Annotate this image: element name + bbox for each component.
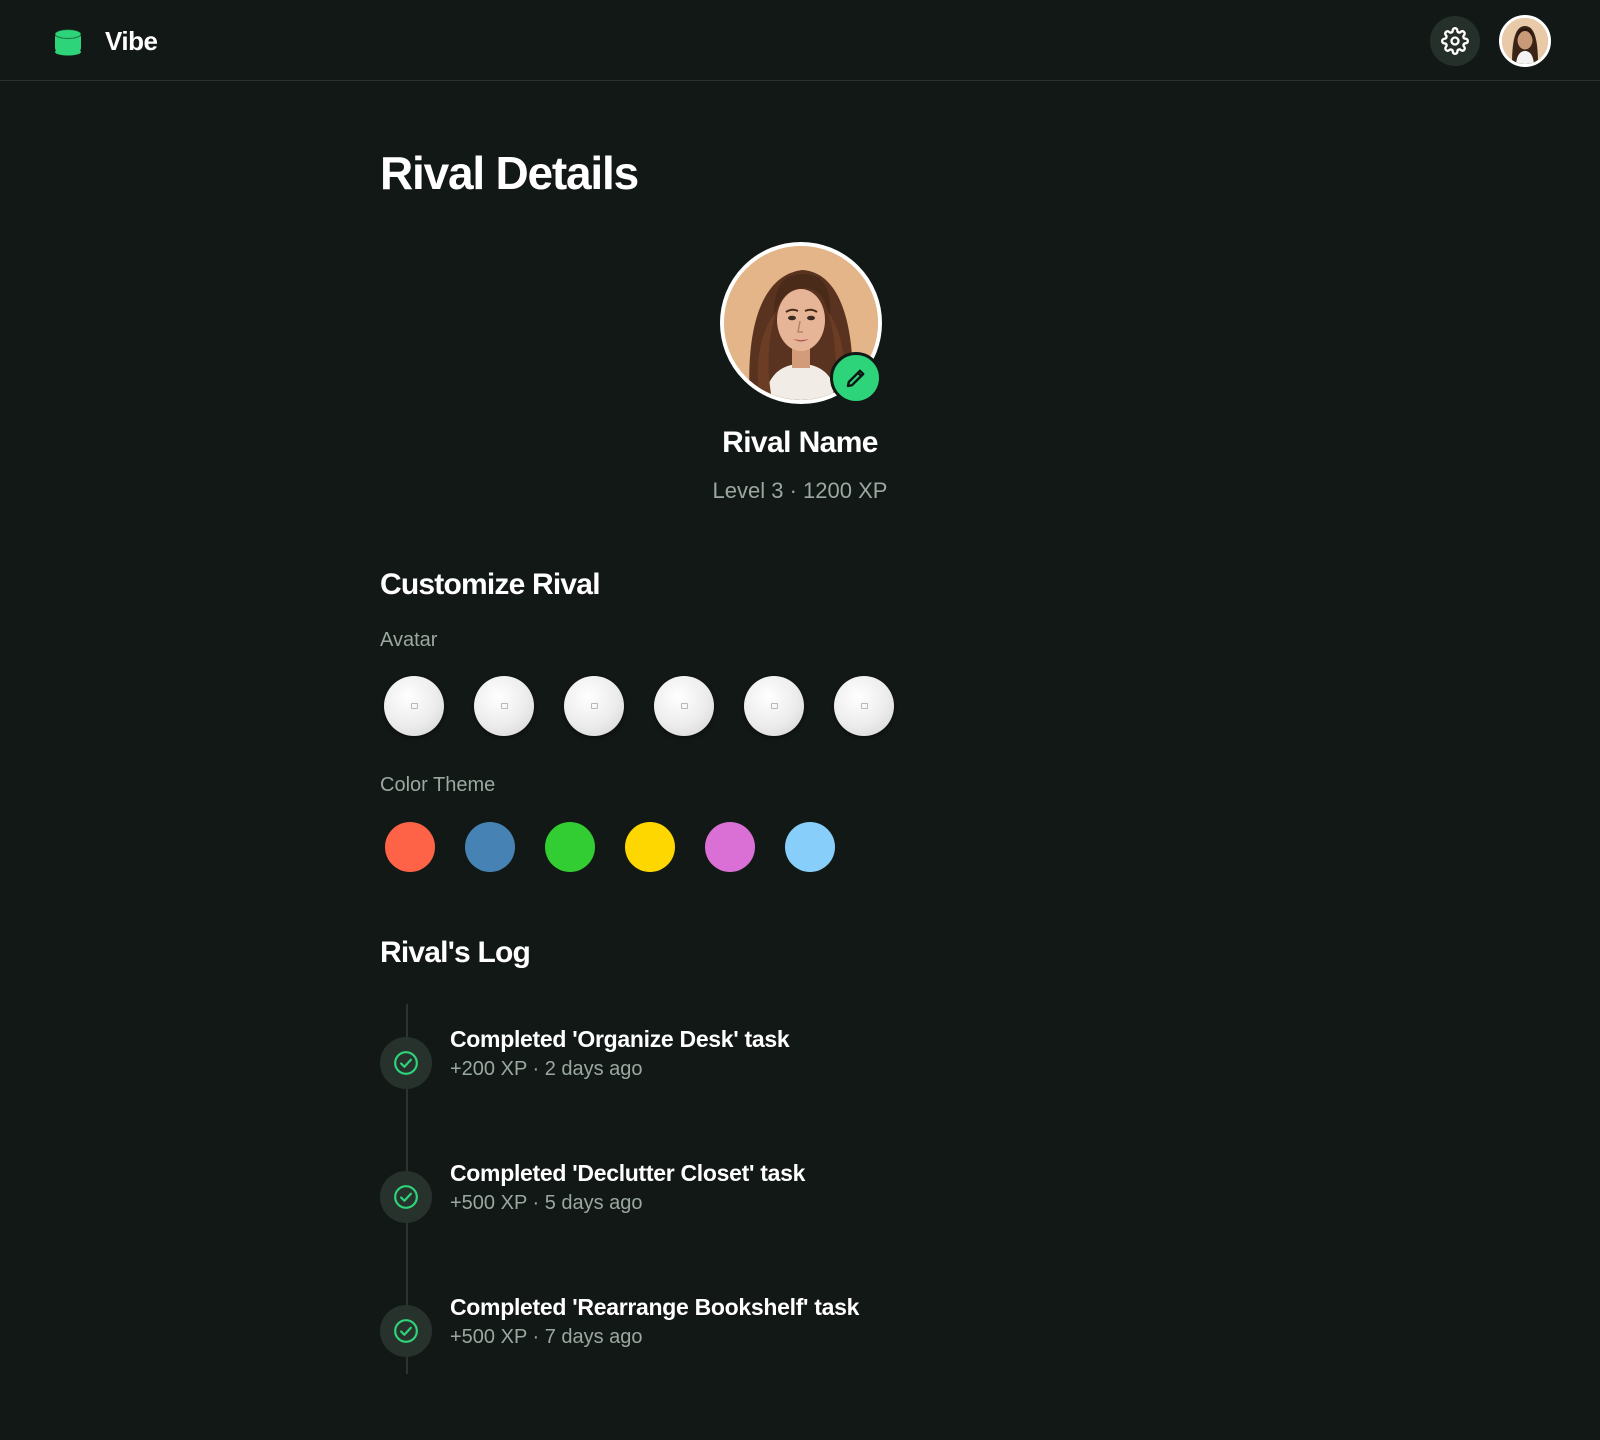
edit-rival-button[interactable] (830, 352, 882, 404)
gear-icon (1441, 27, 1469, 55)
avatar-option[interactable] (564, 676, 624, 736)
image-placeholder-icon (410, 703, 418, 709)
image-placeholder-icon (500, 703, 508, 709)
color-swatch-gold[interactable] (625, 822, 675, 872)
log-entry: Completed 'Organize Desk' task +200 XP ·… (380, 1024, 1180, 1094)
rival-name: Rival Name (722, 426, 878, 459)
avatar-option[interactable] (654, 676, 714, 736)
check-circle-icon (380, 1305, 432, 1357)
app-name: Vibe (105, 26, 158, 56)
log-entry-meta: +500 XP · 7 days ago (450, 1326, 643, 1348)
avatar-option[interactable] (834, 676, 894, 736)
avatar-option[interactable] (744, 676, 804, 736)
log-entry: Completed 'Rearrange Bookshelf' task +50… (380, 1292, 1180, 1362)
customize-rival-heading: Customize Rival (380, 568, 601, 601)
color-theme-options (385, 822, 835, 872)
color-theme-label: Color Theme (380, 774, 496, 796)
log-entry-title: Completed 'Organize Desk' task (450, 1026, 790, 1052)
check-circle-icon (380, 1037, 432, 1089)
log-entry: Completed 'Declutter Closet' task +500 X… (380, 1158, 1180, 1228)
image-placeholder-icon (590, 703, 598, 709)
color-swatch-steel-blue[interactable] (465, 822, 515, 872)
brand[interactable]: Vibe (54, 26, 158, 57)
log-entry-title: Completed 'Rearrange Bookshelf' task (450, 1294, 860, 1320)
avatar-option[interactable] (384, 676, 444, 736)
log-entry-title: Completed 'Declutter Closet' task (450, 1160, 806, 1186)
color-swatch-light-sky-blue[interactable] (785, 822, 835, 872)
log-entry-meta: +500 XP · 5 days ago (450, 1192, 643, 1214)
image-placeholder-icon (860, 703, 868, 709)
check-circle-icon (380, 1171, 432, 1223)
user-portrait-image (1502, 18, 1548, 64)
color-swatch-lime-green[interactable] (545, 822, 595, 872)
rivals-log-heading: Rival's Log (380, 936, 531, 969)
top-navigation-bar: Vibe (0, 0, 1600, 81)
color-swatch-tomato[interactable] (385, 822, 435, 872)
color-swatch-orchid[interactable] (705, 822, 755, 872)
page-title: Rival Details (380, 147, 639, 199)
database-cylinder-icon (54, 28, 82, 55)
avatar-options (384, 676, 894, 736)
image-placeholder-icon (680, 703, 688, 709)
user-avatar[interactable] (1499, 15, 1551, 67)
log-entry-meta: +200 XP · 2 days ago (450, 1058, 643, 1080)
rival-level-xp: Level 3 · 1200 XP (712, 478, 888, 503)
pencil-icon (846, 369, 865, 388)
avatar-option[interactable] (474, 676, 534, 736)
avatar-label: Avatar (380, 629, 438, 651)
image-placeholder-icon (770, 703, 778, 709)
settings-button[interactable] (1430, 16, 1480, 66)
